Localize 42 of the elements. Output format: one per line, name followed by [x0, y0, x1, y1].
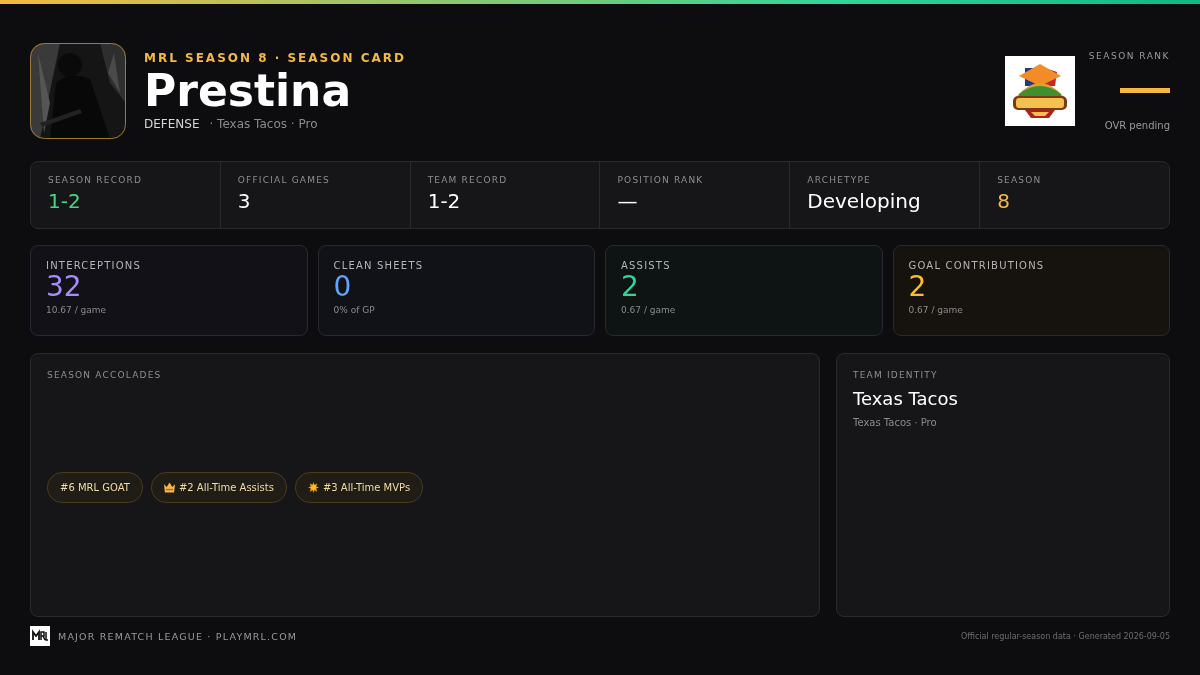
stat-rate: 0.67 / game [621, 305, 677, 315]
league-name: MAJOR REMATCH LEAGUE · PLAYMRL.COM [58, 630, 298, 642]
stat-value: 2 [621, 271, 640, 303]
stat-label: CLEAN SHEETS [333, 260, 425, 271]
rank-note: OVR pending [1104, 120, 1170, 131]
stat-label: INTERCEPTIONS [46, 260, 142, 271]
league-logo-icon [30, 626, 50, 646]
record-label: SEASON [997, 175, 1043, 185]
player-team: · Texas Tacos · Pro [209, 117, 318, 131]
player-position: DEFENSE [144, 117, 200, 131]
stat-rate: 10.67 / game [46, 305, 108, 315]
stat-value: 2 [908, 271, 928, 303]
card-eyebrow: MRL SEASON 8 · SEASON CARD [144, 51, 406, 65]
accolade-chip: #3 All-Time MVPs [294, 472, 424, 503]
record-label: ARCHETYPE [807, 175, 872, 185]
panel-title: SEASON ACCOLADES [47, 370, 163, 380]
stat-value: 0 [333, 271, 353, 303]
team-subtitle: Texas Tacos · Pro [853, 417, 938, 428]
record-value: — [617, 189, 639, 213]
team-name: Texas Tacos [853, 388, 959, 409]
player-name: Prestina [144, 65, 353, 117]
record-label: SEASON RECORD [48, 175, 144, 185]
stat-label: GOAL CONTRIBUTIONS [908, 260, 1046, 271]
footer-note: Official regular-season data · Generated 2026-09-05 [960, 631, 1170, 641]
record-value: 1-2 [427, 189, 462, 213]
rank-label: SEASON RANK [1088, 51, 1170, 61]
accolade-chip: #6 MRL GOAT [47, 472, 143, 503]
record-value: Developing [807, 189, 922, 213]
record-value: 1-2 [48, 189, 82, 213]
sun-icon [307, 482, 319, 493]
accolade-chip: #2 All-Time Assists [150, 472, 287, 503]
stat-rate: 0% of GP [333, 305, 376, 315]
record-label: POSITION RANK [617, 175, 705, 185]
record-value: 8 [997, 189, 1011, 213]
stat-label: ASSISTS [621, 260, 672, 271]
crown-icon [163, 482, 175, 493]
record-value: 3 [237, 189, 252, 213]
record-label: TEAM RECORD [427, 175, 509, 185]
stat-rate: 0.67 / game [908, 305, 964, 315]
panel-title: TEAM IDENTITY [853, 370, 939, 380]
stat-value: 32 [46, 271, 83, 303]
record-label: OFFICIAL GAMES [237, 175, 331, 185]
